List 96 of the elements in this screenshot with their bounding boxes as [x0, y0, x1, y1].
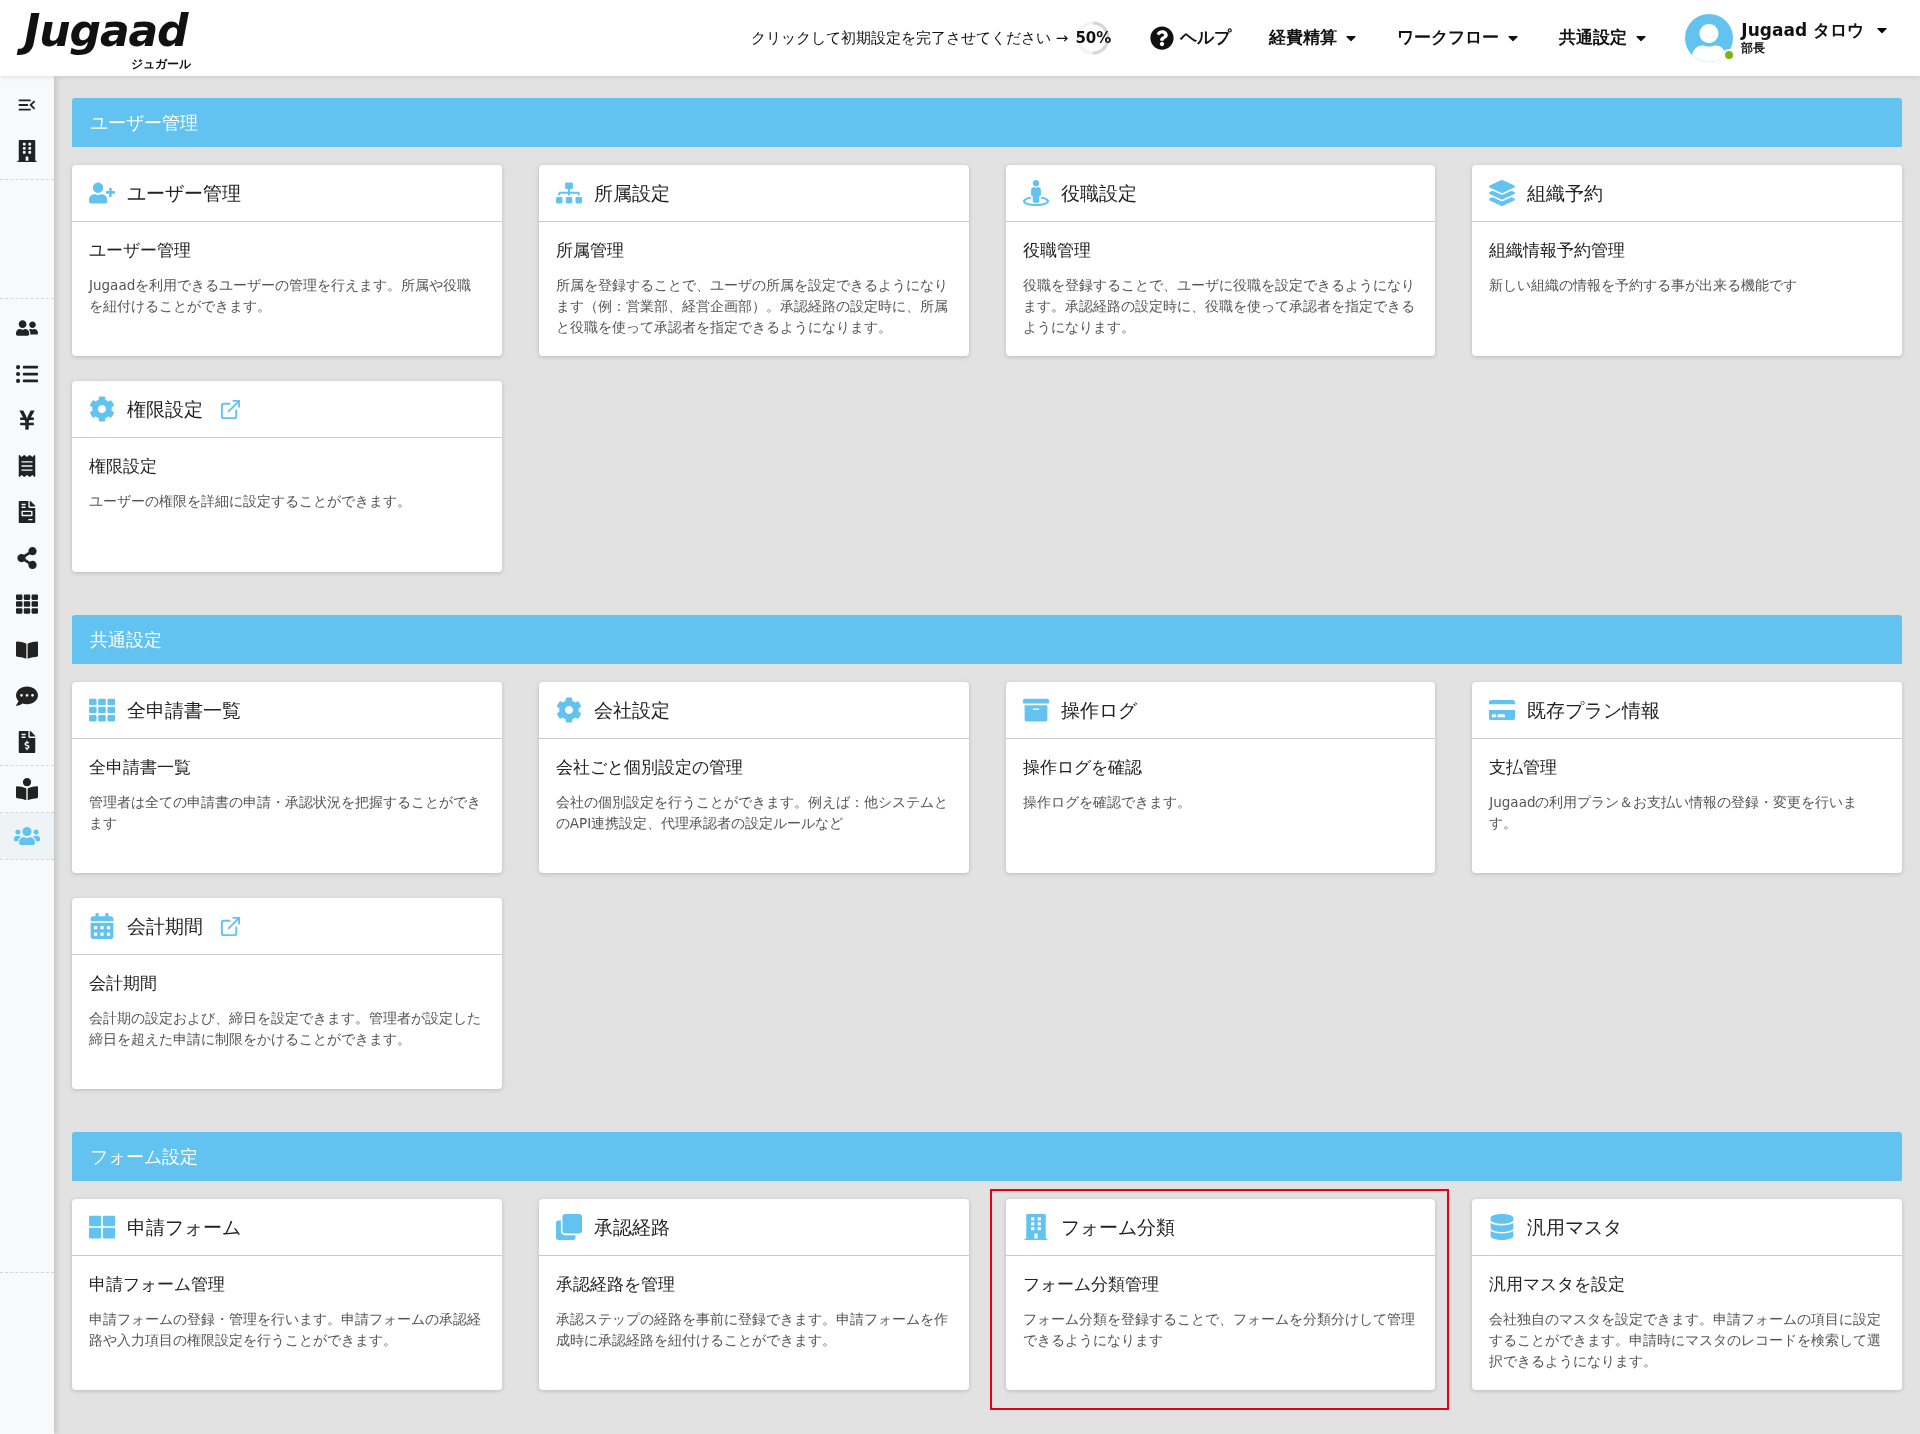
- book-icon: [16, 639, 38, 661]
- card-subtitle: 権限設定: [89, 455, 158, 478]
- credit-card-icon: [1489, 697, 1516, 723]
- card-description: Jugaadの利用プラン＆お支払い情報の登録・変更を行います。: [1489, 792, 1859, 833]
- setup-prompt-link[interactable]: クリックして初期設定を完了させてください → 50%: [751, 19, 1113, 57]
- card-description: 申請フォームの登録・管理を行います。申請フォームの承認経路や入力項目の権限設定を行うことができます。: [89, 1309, 482, 1350]
- receipt-icon: [16, 455, 38, 477]
- settings-card[interactable]: 既存プラン情報 支払管理 Jugaadの利用プラン＆お支払い情報の登録・変更を行います。: [1472, 682, 1902, 873]
- card-title: 組織予約: [1527, 180, 1604, 206]
- nav-menu[interactable]: 経費精算: [1269, 25, 1360, 51]
- card-subtitle: 組織情報予約管理: [1489, 239, 1627, 262]
- settings-card[interactable]: 汎用マスタ 汎用マスタを設定 会社独自のマスタを設定できます。申請フォームの項目に設定することができます。申請時にマスタのレコードを検索して選択できるようになります。: [1472, 1199, 1902, 1390]
- grid-icon: [89, 697, 115, 723]
- user-name: Jugaad タロウ: [1741, 19, 1864, 42]
- settings-card[interactable]: 権限設定 権限設定 ユーザーの権限を詳細に設定することができます。: [72, 381, 502, 572]
- help-icon: [1150, 26, 1175, 50]
- card-title: ユーザー管理: [127, 180, 241, 206]
- section-header: 共通設定: [72, 615, 1902, 664]
- card-description: 役職を登録することで、ユーザに役職を設定できるようになります。承認経路の設定時に、役職を使って承認者を指定できるようになります。: [1022, 275, 1416, 337]
- card-title: 操作ログ: [1060, 697, 1137, 723]
- card-description: 会計期の設定および、締日を設定できます。管理者が設定した締日を超えた申請に制限をかけることができます。: [89, 1008, 482, 1049]
- card-title: 権限設定: [127, 396, 203, 422]
- user-add-icon: [89, 180, 115, 206]
- card-subtitle: 承認経路を管理: [555, 1273, 676, 1296]
- card-title: 会計期間: [127, 913, 203, 939]
- card-description: 所属を登録することで、ユーザの所属を設定できるようになります（例：営業部、経営企画部）。承認経路の設定時に、所属と役職を使って承認者を指定できるようになります。: [555, 275, 949, 337]
- grid-icon: [16, 593, 38, 615]
- nav-menu[interactable]: 共通設定: [1559, 25, 1650, 51]
- card-description: 管理者は全ての申請書の申請・承認状況を把握することができます: [89, 792, 482, 833]
- layers-icon: [1489, 180, 1516, 206]
- person-icon: [1022, 180, 1049, 206]
- card-subtitle: 全申請書一覧: [89, 756, 192, 779]
- card-subtitle: 支払管理: [1489, 756, 1559, 779]
- copy-icon: [555, 1214, 582, 1240]
- card-description: 会社の個別設定を行うことができます。例えば：他システムとのAPI連携設定、代理承認者の設定ルールなど: [555, 792, 949, 833]
- card-subtitle: 汎用マスタを設定: [1489, 1273, 1627, 1296]
- card-title: 所属設定: [593, 180, 670, 206]
- form-grid-icon: [89, 1214, 115, 1240]
- card-description: 新しい組織の情報を予約する事が出来る機能です: [1489, 275, 1799, 295]
- logo-subtext: ジュガール: [131, 56, 193, 72]
- settings-card[interactable]: 承認経路 承認経路を管理 承認ステップの経路を事前に登録できます。申請フォームを作成時に承認経路を紐付けることができます。: [538, 1199, 969, 1390]
- progress-ring: 50%: [1074, 19, 1113, 57]
- nav-menu[interactable]: ワークフロー: [1397, 25, 1522, 51]
- user-role: 部長: [1741, 41, 1767, 57]
- card-subtitle: ユーザー管理: [89, 239, 192, 262]
- card-description: Jugaadを利用できるユーザーの管理を行えます。所属や役職を紐付けることができます。: [89, 275, 473, 316]
- user-menu[interactable]: Jugaad タロウ 部長: [1685, 14, 1890, 62]
- settings-card[interactable]: 会社設定 会社ごと個別設定の管理 会社の個別設定を行うことができます。例えば：他システムとのAPI連携設定、代理承認者の設定ルールなど: [538, 682, 969, 873]
- calendar-icon: [89, 913, 115, 939]
- card-title: 役職設定: [1060, 180, 1137, 206]
- card-title: 承認経路: [593, 1214, 670, 1240]
- card-title: 全申請書一覧: [127, 697, 241, 723]
- card-subtitle: 所属管理: [555, 239, 625, 262]
- settings-card[interactable]: ユーザー管理 ユーザー管理 Jugaadを利用できるユーザーの管理を行えます。所属や役職を紐付けることができます。: [72, 165, 502, 356]
- section-header: ユーザー管理: [72, 98, 1902, 147]
- card-description: 会社独自のマスタを設定できます。申請フォームの項目に設定することができます。申請時にマスタのレコードを検索して選択できるようになります。: [1489, 1309, 1883, 1371]
- card-subtitle: 申請フォーム管理: [89, 1273, 226, 1296]
- people-icon: [16, 317, 38, 339]
- settings-card[interactable]: 所属設定 所属管理 所属を登録することで、ユーザの所属を設定できるようになります（例：営業部、経営企画部）。承認経路の設定時に、所属と役職を使って承認者を指定できるようになります。: [538, 165, 969, 356]
- gear-icon: [89, 396, 115, 422]
- chat-bubble-icon: [16, 685, 38, 707]
- settings-card[interactable]: 組織予約 組織情報予約管理 新しい組織の情報を予約する事が出来る機能です: [1472, 165, 1902, 356]
- help-link[interactable]: ヘルプ: [1150, 25, 1232, 51]
- building-icon: [16, 140, 38, 162]
- logo-wordmark[interactable]: Jugaad: [16, 4, 196, 57]
- card-title: フォーム分類: [1060, 1214, 1175, 1240]
- card-description: 操作ログを確認できます。: [1022, 792, 1192, 812]
- card-subtitle: フォーム分類管理: [1022, 1273, 1160, 1296]
- building-icon: [1022, 1214, 1049, 1240]
- card-title: 会社設定: [593, 697, 670, 723]
- org-chart-icon: [555, 180, 582, 206]
- card-title: 申請フォーム: [127, 1214, 241, 1240]
- document-icon: [16, 501, 38, 523]
- card-subtitle: 役職管理: [1022, 239, 1092, 262]
- settings-card[interactable]: 役職設定 役職管理 役職を登録することで、ユーザに役職を設定できるようになります。承認経路の設定時に、役職を使って承認者を指定できるようになります。: [1005, 165, 1436, 356]
- settings-card[interactable]: 申請フォーム 申請フォーム管理 申請フォームの登録・管理を行います。申請フォームの承認経路や入力項目の権限設定を行うことができます。: [72, 1199, 502, 1390]
- card-description: 承認ステップの経路を事前に登録できます。申請フォームを作成時に承認経路を紐付けることができます。: [555, 1309, 949, 1350]
- list-icon: [16, 363, 38, 385]
- section-header: フォーム設定: [72, 1132, 1902, 1181]
- card-title: 汎用マスタ: [1527, 1214, 1623, 1240]
- settings-card[interactable]: 会計期間 会計期間 会計期の設定および、締日を設定できます。管理者が設定した締日を超えた申請に制限をかけることができます。: [72, 898, 502, 1089]
- open-book-icon: [16, 778, 38, 800]
- card-subtitle: 会計期間: [89, 972, 158, 995]
- settings-card[interactable]: 操作ログ 操作ログを確認 操作ログを確認できます。: [1005, 682, 1436, 873]
- share-icon: [16, 547, 38, 569]
- settings-card[interactable]: 全申請書一覧 全申請書一覧 管理者は全ての申請書の申請・承認状況を把握することができます: [72, 682, 502, 873]
- dollar-document-icon: [16, 731, 38, 753]
- card-description: ユーザーの権限を詳細に設定することができます。: [89, 491, 412, 511]
- archive-icon: [1022, 697, 1049, 723]
- database-icon: [1489, 1214, 1516, 1240]
- card-subtitle: 会社ごと個別設定の管理: [555, 756, 744, 779]
- gear-icon: [555, 697, 582, 723]
- settings-card[interactable]: フォーム分類 フォーム分類管理 フォーム分類を登録することで、フォームを分類分けして管理できるようになります: [1005, 1199, 1436, 1390]
- card-description: フォーム分類を登録することで、フォームを分類分けして管理できるようになります: [1022, 1309, 1416, 1350]
- card-subtitle: 操作ログを確認: [1022, 756, 1143, 779]
- card-title: 既存プラン情報: [1527, 697, 1661, 723]
